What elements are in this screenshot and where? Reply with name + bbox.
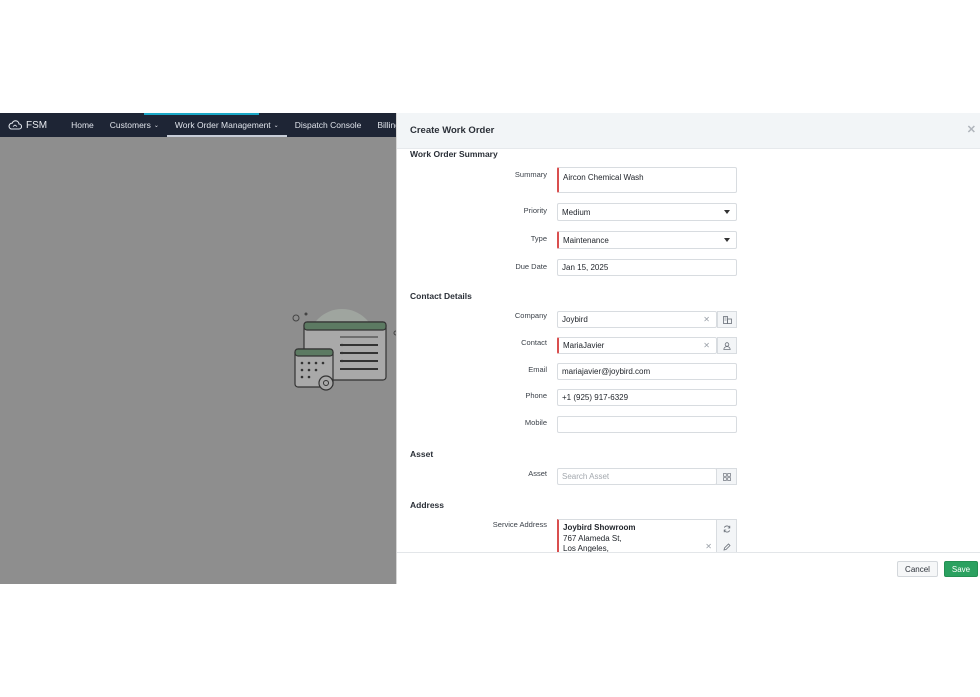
- drawer-header: Create Work Order ✕: [397, 113, 980, 149]
- asset-search-input[interactable]: Search Asset: [557, 468, 717, 485]
- drawer-footer: Cancel Save: [397, 552, 980, 584]
- address-actions: [716, 519, 737, 553]
- company-lookup-button[interactable]: [717, 311, 737, 328]
- edit-address-button[interactable]: [717, 538, 736, 553]
- summary-field[interactable]: Aircon Chemical Wash: [557, 167, 737, 193]
- company-value: Joybird: [562, 315, 588, 324]
- type-value: Maintenance: [563, 235, 609, 245]
- section-title-asset: Asset: [410, 449, 434, 459]
- caret-down-icon: [724, 238, 730, 242]
- company-field[interactable]: Joybird ✕: [557, 311, 717, 328]
- app-logo-text: FSM: [26, 119, 48, 131]
- save-button[interactable]: Save: [944, 561, 978, 577]
- service-address-label: Service Address: [492, 520, 547, 529]
- nav-item-label: Dispatch Console: [294, 120, 362, 130]
- section-title-address: Address: [410, 500, 445, 510]
- create-work-order-drawer: Create Work Order ✕ Work Order Summary S…: [396, 113, 980, 584]
- grid-icon: [722, 472, 731, 481]
- nav-item-dispatch-console[interactable]: Dispatch Console: [287, 113, 370, 137]
- nav-item-home[interactable]: Home: [63, 113, 102, 137]
- mobile-field[interactable]: [557, 416, 737, 433]
- asset-label: Asset: [528, 469, 547, 478]
- section-title-work-order-summary: Work Order Summary: [410, 149, 498, 159]
- contact-label: Contact: [521, 338, 547, 347]
- mobile-label: Mobile: [524, 418, 547, 427]
- summary-value: Aircon Chemical Wash: [563, 173, 644, 182]
- close-icon[interactable]: ✕: [967, 123, 976, 136]
- app-window: FSM Home Customers ⌄ Work Order Managemen…: [0, 113, 980, 584]
- type-select[interactable]: Maintenance: [557, 231, 737, 249]
- cloud-icon: [8, 120, 22, 130]
- drawer-body[interactable]: Work Order Summary Summary Aircon Chemic…: [397, 149, 980, 553]
- nav-item-label: Customers: [109, 120, 151, 130]
- nav-item-work-order-management[interactable]: Work Order Management ⌄: [166, 113, 287, 137]
- due-date-field[interactable]: Jan 15, 2025: [557, 259, 737, 276]
- email-label: Email: [528, 365, 547, 374]
- email-value: mariajavier@joybird.com: [562, 367, 651, 376]
- phone-value: +1 (925) 917-6329: [562, 393, 629, 402]
- address-name: Joybird Showroom: [563, 523, 636, 532]
- email-field[interactable]: mariajavier@joybird.com: [557, 363, 737, 380]
- refresh-icon: [723, 525, 730, 533]
- section-title-contact-details: Contact Details: [410, 291, 472, 301]
- clear-icon[interactable]: ✕: [705, 542, 712, 553]
- phone-label: Phone: [525, 391, 547, 400]
- chevron-down-icon: ⌄: [273, 122, 279, 129]
- contact-value: MariaJavier: [563, 341, 605, 350]
- asset-placeholder: Search Asset: [562, 472, 610, 481]
- nav-active-accent: [144, 113, 259, 115]
- top-nav: FSM Home Customers ⌄ Work Order Managemen…: [0, 113, 396, 137]
- type-label: Type: [530, 234, 547, 243]
- person-icon: [723, 341, 731, 350]
- due-date-label: Due Date: [515, 262, 547, 271]
- contact-lookup-button[interactable]: [717, 337, 737, 354]
- background-app: FSM Home Customers ⌄ Work Order Managemen…: [0, 113, 396, 584]
- nav-item-billing[interactable]: Billing⌄: [369, 113, 396, 137]
- empty-state-illustration: [292, 309, 396, 391]
- phone-field[interactable]: +1 (925) 917-6329: [557, 389, 737, 406]
- nav-item-label: Home: [71, 120, 94, 130]
- priority-select[interactable]: Medium: [557, 203, 737, 221]
- clear-icon[interactable]: ✕: [703, 315, 710, 324]
- drawer-title: Create Work Order: [410, 125, 495, 136]
- refresh-address-button[interactable]: [717, 520, 736, 538]
- priority-value: Medium: [562, 207, 591, 217]
- pencil-icon: [722, 543, 731, 551]
- asset-lookup-button[interactable]: [716, 468, 737, 485]
- address-line1: 767 Alameda St,: [563, 533, 622, 543]
- clear-icon[interactable]: ✕: [703, 341, 710, 350]
- caret-down-icon: [724, 210, 730, 214]
- building-icon: [722, 315, 732, 324]
- nav-item-label: Billing: [377, 120, 396, 130]
- nav-item-customers[interactable]: Customers ⌄: [102, 113, 167, 137]
- summary-label: Summary: [514, 170, 547, 179]
- contact-field[interactable]: MariaJavier ✕: [557, 337, 717, 354]
- company-label: Company: [514, 311, 547, 320]
- cancel-button[interactable]: Cancel: [897, 561, 938, 577]
- due-date-value: Jan 15, 2025: [562, 263, 609, 272]
- chevron-down-icon: ⌄: [153, 122, 159, 129]
- app-logo[interactable]: FSM: [8, 120, 47, 131]
- service-address-field[interactable]: Joybird Showroom 767 Alameda St, Los Ang…: [557, 519, 717, 553]
- nav-item-label: Work Order Management: [174, 120, 271, 130]
- priority-label: Priority: [523, 206, 547, 215]
